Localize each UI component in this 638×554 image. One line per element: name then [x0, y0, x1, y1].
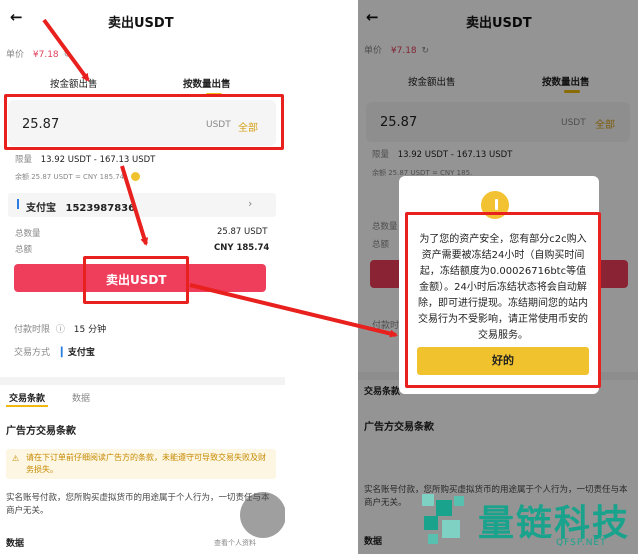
highlight-sell-button	[83, 256, 189, 304]
limit-label: 限量	[15, 155, 33, 165]
chevron-right-icon[interactable]: ›	[248, 197, 252, 210]
payment-account[interactable]: 支付宝 15239878365	[26, 199, 134, 214]
info-dot-icon[interactable]	[131, 172, 140, 181]
tab-by-amount[interactable]: 按金额出售	[50, 76, 98, 90]
back-arrow-icon[interactable]: ←	[10, 8, 23, 26]
alipay-marker-icon	[17, 199, 19, 209]
limit-row: 限量 13.92 USDT - 167.13 USDT	[15, 153, 155, 165]
balance-text: 余额 25.87 USDT = CNY 185.74	[15, 173, 125, 181]
tab-by-quantity[interactable]: 按数量出售	[183, 76, 231, 90]
pay-time-label: 付款时限	[14, 325, 51, 335]
terms-text: 实名账号付款，您所购买虚拟货币的用途属于个人行为，一切责任与本商户无关。	[6, 493, 270, 516]
info-icon[interactable]: ⓘ	[56, 325, 65, 335]
warning-icon: ⚠	[12, 454, 20, 463]
unit-price-label: 单价	[6, 50, 25, 60]
brand-name: 量链科技	[478, 503, 631, 544]
view-profile-link[interactable]: 查看个人资料	[214, 538, 256, 548]
floating-button[interactable]	[240, 492, 285, 538]
terms-heading: 广告方交易条款	[6, 426, 76, 437]
limit-value: 13.92 USDT - 167.13 USDT	[40, 155, 156, 165]
pay-time-value: 15 分钟	[73, 325, 107, 335]
total-amount-value: CNY 185.74	[214, 243, 270, 253]
payment-account-number: 15239878365	[65, 203, 134, 214]
highlight-amount-box	[4, 94, 284, 150]
alipay-bar-icon: ▎	[60, 348, 68, 358]
total-qty-label: 总数量	[15, 229, 41, 239]
unit-price-value: ¥7.18	[32, 50, 59, 60]
page-title: 卖出USDT	[108, 16, 174, 31]
highlight-dialog	[405, 212, 601, 388]
refresh-icon[interactable]: ↻	[64, 50, 72, 60]
notice-box: ⚠ 请在下订单前仔细阅读广告方的条款，未能遵守可导致交易失败及财务损失。	[6, 449, 276, 479]
tab-trade-terms[interactable]: 交易条款	[6, 390, 49, 407]
pay-method-row: 交易方式 ▎支付宝	[14, 345, 95, 358]
warning-bar	[495, 199, 498, 210]
notice-text: 请在下订单前仔细阅读广告方的条款，未能遵守可导致交易失败及财务损失。	[26, 453, 266, 474]
pay-method-label: 交易方式	[14, 348, 51, 358]
payment-name: 支付宝	[26, 203, 56, 214]
brand-domain: QFSP.NET	[556, 538, 607, 548]
brand-logo-icon	[422, 494, 472, 548]
pay-time-row: 付款时限 ⓘ 15 分钟	[14, 322, 106, 335]
total-qty-value: 25.87 USDT	[217, 227, 268, 237]
section-divider	[0, 377, 285, 385]
bottom-data-label: 数据	[6, 539, 25, 549]
tab-data[interactable]: 数据	[72, 391, 90, 404]
pay-method-value: 支付宝	[67, 348, 95, 358]
total-amount-label: 总额	[15, 245, 33, 255]
unit-price: 单价 ¥7.18 ↻	[6, 47, 71, 60]
